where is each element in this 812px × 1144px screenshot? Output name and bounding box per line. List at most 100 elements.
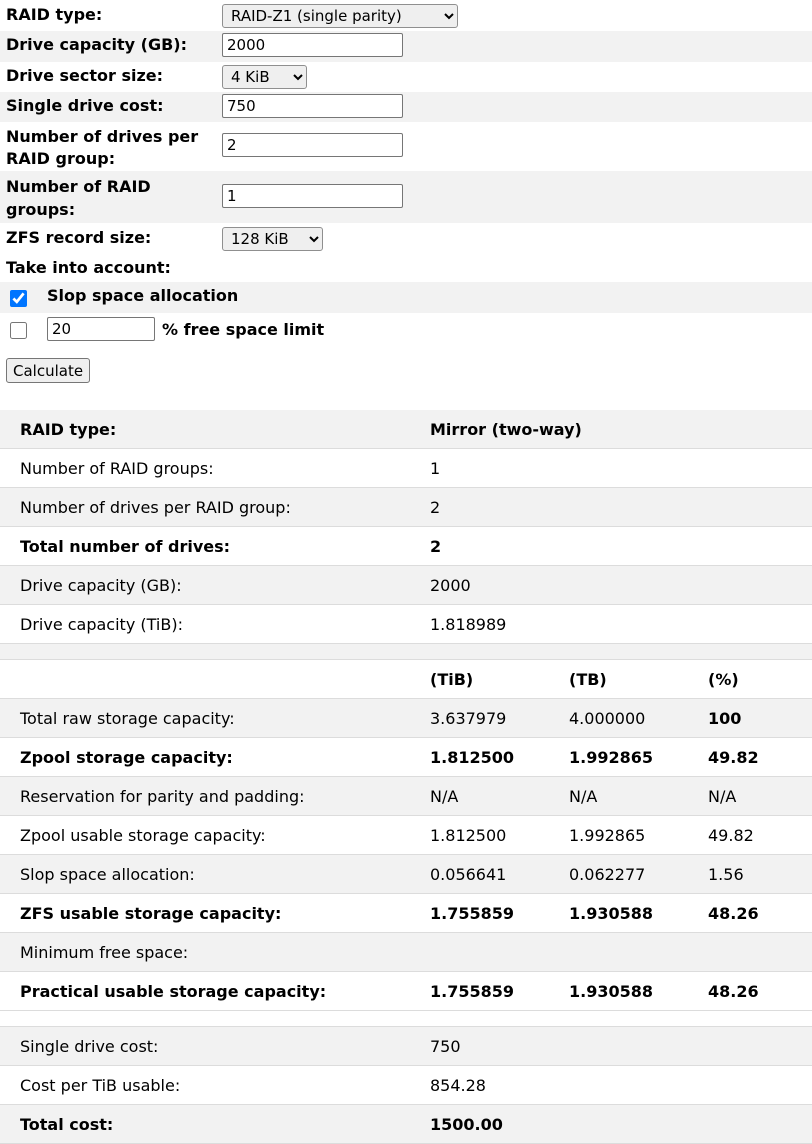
slop-label: Slop space allocation — [47, 286, 239, 305]
calculate-button[interactable]: Calculate — [6, 358, 91, 383]
capacity-tib: 1.755859 — [430, 971, 569, 1011]
capacity-tib: 0.056641 — [430, 854, 569, 894]
capacity-pct: 48.26 — [708, 971, 812, 1011]
capacity-tb: 1.930588 — [569, 971, 708, 1011]
cost-label: Total cost: — [0, 1104, 430, 1144]
drives-per-group-label-2: RAID group: — [6, 149, 116, 168]
cost-row: Total cost: 1500.00 — [0, 1104, 812, 1144]
info-row: Total number of drives: 2 — [0, 526, 812, 566]
row-free-limit: % free space limit — [0, 313, 812, 348]
info-value: 2 — [430, 487, 812, 527]
capacity-pct: 100 — [708, 698, 812, 738]
header-pct: (%) — [708, 659, 812, 699]
info-value: 2 — [430, 526, 812, 566]
record-size-label: ZFS record size: — [6, 228, 152, 247]
info-value: Mirror (two-way) — [430, 410, 812, 449]
cost-value: 854.28 — [430, 1065, 812, 1105]
info-value: 2000 — [430, 565, 812, 605]
capacity-row: Zpool storage capacity: 1.812500 1.992865 4… — [0, 737, 812, 777]
capacity-row: ZFS usable storage capacity: 1.755859 1.93… — [0, 893, 812, 933]
capacity-tb: 0.062277 — [569, 854, 708, 894]
info-label: RAID type: — [0, 410, 430, 449]
capacity-label: Zpool usable storage capacity: — [0, 815, 430, 855]
slop-checkbox[interactable] — [10, 290, 27, 307]
info-row: Drive capacity (GB): 2000 — [0, 565, 812, 605]
cost-label: Single drive cost: — [0, 1026, 430, 1066]
drives-per-group-label-1: Number of drives per — [6, 127, 199, 146]
capacity-tb: 1.992865 — [569, 737, 708, 777]
results-table: RAID type: Mirror (two-way) Number of RAID… — [0, 410, 812, 1144]
capacity-label: Reservation for parity and padding: — [0, 776, 430, 816]
capacity-tb: N/A — [569, 776, 708, 816]
capacity-pct: N/A — [708, 776, 812, 816]
info-row: Number of drives per RAID group: 2 — [0, 487, 812, 527]
row-take-into-account: Take into account: — [0, 253, 812, 282]
info-label: Drive capacity (GB): — [0, 565, 430, 605]
capacity-label: Slop space allocation: — [0, 854, 430, 894]
info-row: RAID type: Mirror (two-way) — [0, 410, 812, 449]
capacity-row: Slop space allocation: 0.056641 0.062277 1.… — [0, 854, 812, 894]
raid-type-label: RAID type: — [6, 5, 103, 24]
header-tb: (TB) — [569, 659, 708, 699]
drive-capacity-label: Drive capacity (GB): — [6, 35, 188, 54]
capacity-row: Reservation for parity and padding: N/A N/… — [0, 776, 812, 816]
capacity-tib — [430, 932, 569, 972]
free-limit-label: % free space limit — [162, 320, 325, 339]
capacity-header-row: (TiB) (TB) (%) — [0, 659, 812, 699]
cost-label: Cost per TiB usable: — [0, 1065, 430, 1105]
info-label: Number of drives per RAID group: — [0, 487, 430, 527]
capacity-label: Total raw storage capacity: — [0, 698, 430, 738]
row-record-size: ZFS record size: 128 KiB — [0, 223, 812, 253]
capacity-row: Practical usable storage capacity: 1.7558… — [0, 971, 812, 1011]
spacer-row — [0, 643, 812, 660]
drives-per-group-input[interactable] — [222, 133, 403, 157]
drive-cost-label: Single drive cost: — [6, 96, 164, 115]
row-raid-type: RAID type: RAID-Z1 (single parity) — [0, 0, 812, 31]
raid-groups-label-1: Number of RAID — [6, 177, 151, 196]
raid-groups-input[interactable] — [222, 184, 403, 208]
row-raid-groups: Number of RAID groups: — [0, 171, 812, 223]
info-row: Drive capacity (TiB): 1.818989 — [0, 604, 812, 644]
sector-size-select[interactable]: 4 KiB — [222, 65, 307, 89]
drive-capacity-input[interactable] — [222, 33, 403, 57]
free-limit-checkbox[interactable] — [10, 322, 27, 339]
raid-groups-label-2: groups: — [6, 200, 76, 219]
capacity-tb — [569, 932, 708, 972]
cost-value: 1500.00 — [430, 1104, 812, 1144]
row-drives-per-group: Number of drives per RAID group: — [0, 122, 812, 171]
info-value: 1.818989 — [430, 604, 812, 644]
row-slop: Slop space allocation — [0, 282, 812, 313]
raid-type-select[interactable]: RAID-Z1 (single parity) — [222, 4, 458, 28]
capacity-label: Zpool storage capacity: — [0, 737, 430, 777]
capacity-label: Practical usable storage capacity: — [0, 971, 430, 1011]
cost-value: 750 — [430, 1026, 812, 1066]
header-tib: (TiB) — [430, 659, 569, 699]
capacity-pct: 48.26 — [708, 893, 812, 933]
capacity-pct: 1.56 — [708, 854, 812, 894]
capacity-pct: 49.82 — [708, 737, 812, 777]
capacity-tib: 3.637979 — [430, 698, 569, 738]
info-label: Drive capacity (TiB): — [0, 604, 430, 644]
capacity-tib: N/A — [430, 776, 569, 816]
capacity-row: Minimum free space: — [0, 932, 812, 972]
info-label: Total number of drives: — [0, 526, 430, 566]
capacity-tib: 1.812500 — [430, 815, 569, 855]
capacity-tib: 1.812500 — [430, 737, 569, 777]
free-limit-input[interactable] — [47, 317, 155, 341]
row-drive-capacity: Drive capacity (GB): — [0, 31, 812, 62]
cost-row: Single drive cost: 750 — [0, 1026, 812, 1066]
row-sector-size: Drive sector size: 4 KiB — [0, 62, 812, 92]
capacity-row: Total raw storage capacity: 3.637979 4.000… — [0, 698, 812, 738]
capacity-tib: 1.755859 — [430, 893, 569, 933]
capacity-row: Zpool usable storage capacity: 1.812500 1.… — [0, 815, 812, 855]
capacity-pct — [708, 932, 812, 972]
capacity-pct: 49.82 — [708, 815, 812, 855]
info-row: Number of RAID groups: 1 — [0, 448, 812, 488]
info-label: Number of RAID groups: — [0, 448, 430, 488]
take-into-account-label: Take into account: — [6, 258, 171, 277]
drive-cost-input[interactable] — [222, 94, 403, 118]
capacity-label: ZFS usable storage capacity: — [0, 893, 430, 933]
record-size-select[interactable]: 128 KiB — [222, 227, 323, 251]
capacity-tb: 1.930588 — [569, 893, 708, 933]
info-value: 1 — [430, 448, 812, 488]
